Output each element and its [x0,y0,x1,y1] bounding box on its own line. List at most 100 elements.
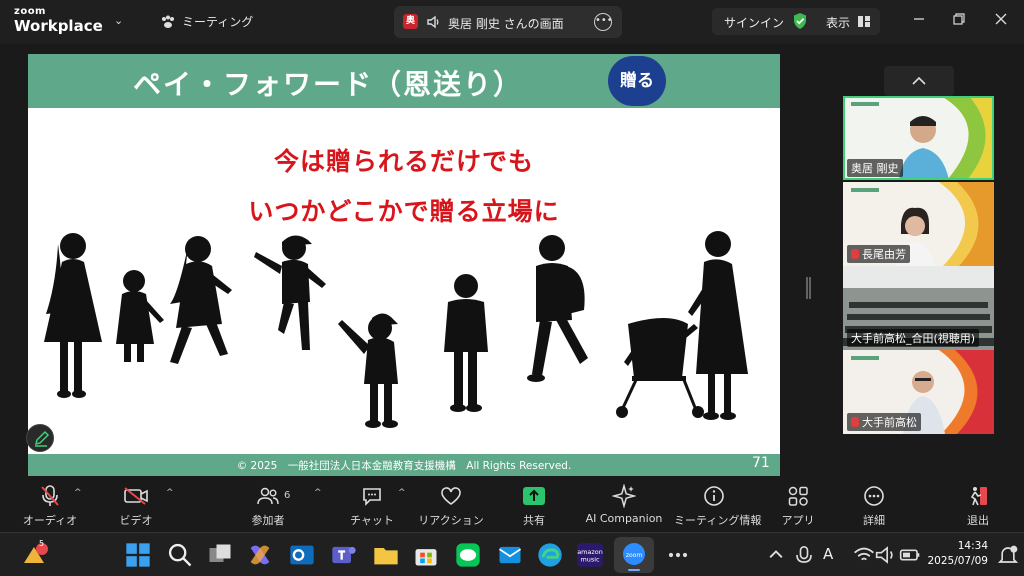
more-label: 詳細 [863,514,885,527]
sparkle-icon [612,484,636,508]
chat-icon [363,488,381,506]
windows-taskbar: 5 amazon music zoom A 14:34 2025/07/09 [0,532,1024,576]
notification-bell-icon[interactable] [994,541,1022,569]
share-label: 共有 [523,514,545,527]
windows-start-icon[interactable] [124,541,152,569]
ai-companion-button[interactable]: AI Companion [584,482,664,525]
video-tile-4[interactable]: 大手前高松 [843,350,994,434]
minimize-icon[interactable] [912,12,926,26]
silhouette-boy-standing [444,274,488,412]
participant-name-3: 大手前高松_合田(視聴用) [847,329,980,347]
search-icon[interactable] [166,541,194,569]
share-button[interactable]: 共有 [494,482,574,528]
silhouette-boy-running [254,235,326,350]
participants-count: 6 [284,490,291,501]
recording-icon: 奥 [403,14,418,29]
file-explorer-icon[interactable] [372,541,400,569]
leave-label: 退出 [967,514,989,527]
weather-badge: 5 [39,539,45,548]
clock-time: 14:34 [957,540,988,552]
line-app-icon[interactable] [454,541,482,569]
meeting-menu-label: ミーティング [182,15,254,29]
view-button[interactable]: 表示 [826,14,850,31]
slide-page-number: 71 [752,455,770,471]
participant-name-4: 大手前高松 [847,413,921,431]
slide-line-1: 今は贈られるだけでも [273,147,534,176]
participants-options-caret[interactable]: ^ [314,488,322,498]
video-tile-3[interactable]: 大手前高松_合田(視聴用) [843,266,994,350]
video-button[interactable]: ビデオ [96,482,176,528]
battery-icon[interactable] [896,541,924,569]
slide-copyright: © 2025 一般社団法人日本金融教育支援機構 All Rights Reser… [236,460,572,472]
chat-options-caret[interactable]: ^ [398,488,406,498]
edge-icon[interactable] [536,541,564,569]
meeting-menu[interactable]: ミーティング [160,13,253,30]
leave-icon [970,487,987,506]
outlook-icon[interactable] [288,541,316,569]
reactions-label: リアクション [418,514,484,527]
silhouette-girl-long-hair [44,233,102,398]
ime-indicator[interactable]: A [823,545,833,563]
paw-icon [162,15,174,28]
shared-slide: ペイ・フォワード（恩送り） 贈る 今は贈られるだけでも いつかどこかで贈る立場に [28,54,780,476]
system-clock[interactable]: 14:34 2025/07/09 [926,539,988,569]
speaker-icon [427,15,439,29]
chevron-up-icon [912,76,926,85]
close-icon[interactable] [994,12,1008,26]
zoom-logo[interactable]: zoom Workplace [14,7,103,34]
video-tile-2[interactable]: 長尾由芳 [843,182,994,266]
amazon-music-icon[interactable]: amazonmusic [576,541,604,569]
meeting-info-button[interactable]: ミーティング情報 [674,482,762,528]
more-button[interactable]: 詳細 [834,482,914,528]
slide-line-2: いつかどこかで贈る立場に [248,197,560,226]
audio-options-caret[interactable]: ^ [74,488,82,498]
signin-button[interactable]: サインイン [724,14,784,31]
apps-label: アプリ [781,514,815,527]
weather-widget[interactable]: 5 [20,539,48,569]
silhouette-girl-walking [170,236,232,364]
video-options-caret[interactable]: ^ [166,488,174,498]
audio-label: オーディオ [22,514,78,527]
restore-icon[interactable] [952,12,966,26]
share-status-text: 奥居 剛史 さんの画面 [448,17,564,31]
title-bar: zoom Workplace ⌄ ミーティング 奥 奥居 剛史 さんの画面 ••… [0,0,1024,44]
task-view-icon[interactable] [206,541,234,569]
video-tile-1[interactable]: 奥居 剛史 [843,96,994,180]
participants-button[interactable]: 参加者 6 [228,482,308,528]
shield-check-icon[interactable] [792,12,808,30]
clock-date: 2025/07/09 [927,555,988,567]
tray-chevron-up-icon[interactable] [762,541,790,569]
collapse-video-panel-button[interactable] [884,66,954,96]
heart-icon [441,487,461,505]
participant-name-2: 長尾由芳 [847,245,910,263]
zoom-taskbar-active[interactable]: zoom [614,537,654,573]
participants-label: 参加者 [251,514,285,527]
svg-text:zoom: zoom [626,552,642,559]
participant-name-1: 奥居 剛史 [847,159,903,177]
annotate-pen-icon[interactable] [26,424,54,452]
leave-button[interactable]: 退出 [938,482,1018,528]
more-icon[interactable]: ••• [594,13,613,31]
svg-text:music: music [580,555,600,563]
screen-share-status[interactable]: 奥 奥居 剛史 さんの画面 ••• [394,6,622,38]
chevron-down-icon[interactable]: ⌄ [114,14,123,27]
apps-button[interactable]: アプリ [758,482,838,528]
video-label: ビデオ [119,514,153,527]
layout-grid-icon[interactable] [858,16,870,27]
tray-mic-icon[interactable] [790,541,818,569]
account-view-controls: サインイン 表示 [712,8,880,35]
teams-icon[interactable] [330,541,358,569]
microsoft-store-icon[interactable] [412,541,440,569]
outlook-new-icon[interactable] [496,541,524,569]
brand-line1: zoom [14,6,46,17]
silhouette-stroller [616,318,704,418]
brand-line2: Workplace [14,17,103,35]
meeting-toolbar: オーディオ ^ ビデオ ^ 参加者 6 ^ チャット ^ リアクション 共有 A… [0,478,1024,532]
video-off-icon [124,487,148,505]
panel-splitter-handle[interactable] [806,277,811,299]
apps-icon [788,486,808,506]
copilot-icon[interactable] [246,541,274,569]
reactions-button[interactable]: リアクション [411,482,491,528]
meeting-info-label: ミーティング情報 [674,514,762,527]
overflow-dots-icon[interactable] [664,541,692,569]
